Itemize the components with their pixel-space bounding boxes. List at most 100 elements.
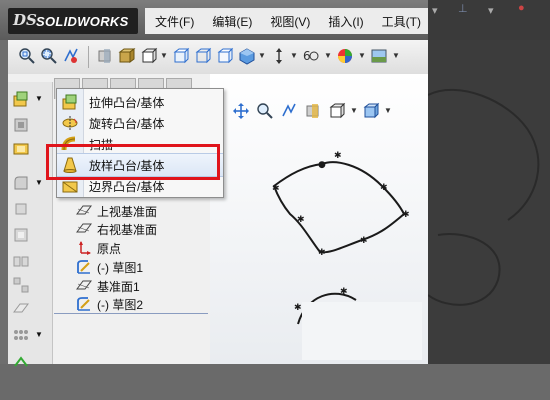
fillet-icon[interactable]	[12, 174, 30, 192]
mirror-icon[interactable]	[12, 252, 30, 270]
tree-item-label: (-) 草图1	[97, 260, 143, 275]
tree-item-label: 右视基准面	[97, 222, 158, 237]
dropdown-arrow-icon[interactable]: ▼	[392, 51, 400, 60]
extrude-boss-icon	[61, 93, 79, 111]
tree-item-sketch1[interactable]: (-) 草图1	[76, 258, 143, 276]
apply-scene-icon[interactable]	[370, 47, 388, 65]
plane-icon	[76, 221, 92, 237]
wireframe-icon[interactable]	[194, 47, 212, 65]
dropdown-arrow-icon[interactable]: ▼	[290, 51, 298, 60]
brand-name: SOLIDWORKS	[36, 14, 129, 29]
dropdown-arrow-icon[interactable]: ▼	[350, 106, 358, 115]
zoom-area-icon[interactable]	[40, 47, 58, 65]
hidden-lines-icon[interactable]	[216, 47, 234, 65]
dropdown-arrow-icon: ▾	[488, 5, 494, 17]
reference-geometry-icon[interactable]	[12, 300, 30, 318]
menu-item-label: 旋转凸台/基体	[89, 116, 165, 131]
tree-item-label: 基准面1	[97, 279, 140, 294]
tree-item-plane1[interactable]: 基准面1	[76, 277, 140, 295]
revolve-boss-icon	[61, 114, 79, 132]
sketch-icon	[76, 296, 92, 312]
display-style-icon[interactable]	[140, 47, 158, 65]
dropdown-arrow-icon[interactable]: ▼	[324, 51, 332, 60]
svg-text:✱: ✱	[340, 287, 348, 297]
svg-text:✱: ✱	[360, 236, 368, 246]
features-dropdown-menu: 拉伸凸台/基体 旋转凸台/基体 扫描 放样凸台/基体 边界凸台/基体	[56, 88, 224, 198]
zoom-area-icon[interactable]	[256, 102, 274, 120]
extruded-cut-icon[interactable]	[12, 116, 30, 134]
plane-icon	[76, 203, 92, 219]
ds-logo-mark: DS	[13, 11, 37, 29]
tree-item-sketch2[interactable]: (-) 草图2	[76, 295, 143, 313]
tree-item-right-plane[interactable]: 右视基准面	[76, 220, 157, 238]
extrude-boss-icon[interactable]	[12, 90, 30, 108]
background-sketch	[428, 88, 540, 306]
tree-item-label: 上视基准面	[97, 204, 158, 219]
display-style-icon[interactable]	[362, 102, 380, 120]
edit-appearance-icon[interactable]	[336, 47, 354, 65]
svg-text:✱: ✱	[402, 210, 410, 220]
dropdown-arrow-icon[interactable]: ▼	[358, 51, 366, 60]
revolve-boss-icon[interactable]	[12, 140, 30, 158]
window-edge	[0, 40, 8, 364]
menu-tools[interactable]: 工具(T)	[372, 13, 429, 30]
toolbar-separator	[88, 46, 89, 68]
zoom-to-fit-icon[interactable]	[18, 47, 36, 65]
heads-up-view-toolbar: ▼ ▼	[226, 100, 426, 122]
svg-text:✱: ✱	[272, 184, 280, 194]
rib-icon[interactable]	[12, 200, 30, 218]
pan-icon[interactable]	[232, 102, 250, 120]
rollback-bar[interactable]	[54, 313, 208, 314]
solidworks-logo[interactable]: DS SOLIDWORKS	[8, 8, 138, 34]
view-toolbar: ▼ ▼ ▼ 6 ▼ ▼ ▼	[8, 40, 428, 75]
dropdown-arrow-icon: ▾	[432, 5, 438, 17]
svg-text:✱: ✱	[297, 215, 305, 225]
svg-text:●: ●	[318, 160, 326, 170]
menu-item-extrude-boss[interactable]: 拉伸凸台/基体	[57, 91, 223, 113]
menu-file[interactable]: 文件(F)	[145, 13, 202, 30]
dropdown-arrow-icon[interactable]: ▼	[160, 51, 168, 60]
curves-icon[interactable]	[12, 326, 30, 344]
viewport-overlay	[302, 302, 422, 360]
shell-icon[interactable]	[12, 226, 30, 244]
view-orientation-icon[interactable]	[118, 47, 136, 65]
menu-item-label: 拉伸凸台/基体	[89, 95, 165, 110]
menu-view[interactable]: 视图(V)	[260, 13, 318, 30]
instant3d-icon[interactable]	[12, 354, 30, 372]
shaded-icon[interactable]	[238, 47, 256, 65]
view-orientation-icon[interactable]	[328, 102, 346, 120]
menu-item-label: 边界凸台/基体	[89, 179, 165, 194]
hide-show-icon[interactable]	[172, 47, 190, 65]
section-view-icon[interactable]	[304, 102, 322, 120]
dropdown-arrow-icon[interactable]: ▼	[258, 51, 266, 60]
menu-item-revolve-boss[interactable]: 旋转凸台/基体	[57, 112, 223, 134]
tree-item-origin[interactable]: 原点	[76, 239, 121, 257]
background-window-area: ▾ ⊥ ▾ ●	[428, 0, 550, 40]
appearance-icon: ●	[518, 2, 525, 14]
tree-item-label: 原点	[97, 241, 122, 256]
dropdown-arrow-icon[interactable]: ▼	[35, 330, 53, 348]
tree-item-label: (-) 草图2	[97, 297, 143, 312]
svg-text:✱: ✱	[294, 303, 302, 313]
view-settings-icon[interactable]: 6	[302, 47, 320, 65]
previous-view-icon[interactable]	[62, 47, 80, 65]
svg-text:6: 6	[303, 49, 311, 63]
dropdown-arrow-icon[interactable]: ▼	[35, 94, 53, 112]
highlight-annotation-box	[46, 144, 220, 180]
status-area	[0, 364, 550, 400]
svg-text:✱: ✱	[318, 248, 326, 258]
dropdown-arrow-icon[interactable]: ▼	[35, 178, 53, 196]
menu-edit[interactable]: 编辑(E)	[202, 13, 260, 30]
linear-pattern-icon[interactable]	[12, 276, 30, 294]
previous-view-icon[interactable]	[280, 102, 298, 120]
view-axis-icon[interactable]	[270, 47, 288, 65]
origin-icon	[76, 240, 92, 256]
menu-insert[interactable]: 插入(I)	[318, 13, 371, 30]
axis-icon: ⊥	[458, 3, 468, 15]
svg-text:✱: ✱	[334, 151, 342, 161]
dropdown-arrow-icon[interactable]: ▼	[384, 106, 392, 115]
section-view-icon[interactable]	[96, 47, 114, 65]
tree-item-top-plane[interactable]: 上视基准面	[76, 202, 157, 220]
command-sidebar: ▼ ▼ ▼	[8, 82, 53, 367]
plane-icon	[76, 278, 92, 294]
